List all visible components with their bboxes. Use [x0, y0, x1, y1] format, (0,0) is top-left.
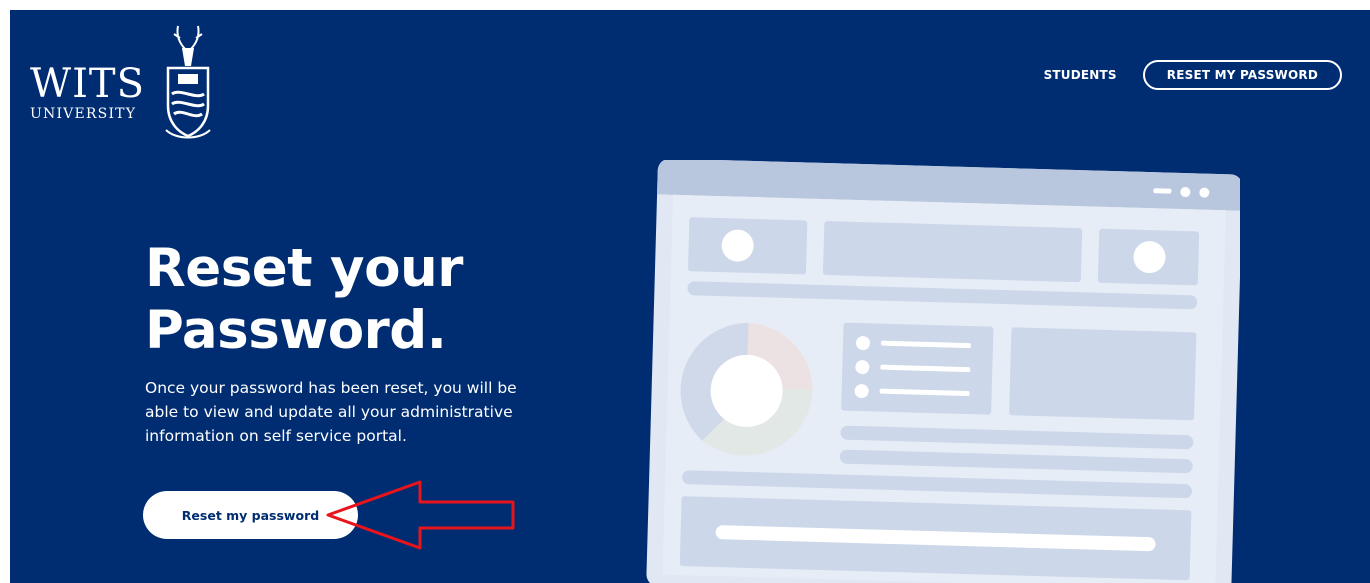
- page-background: WITS UNIVERSITY STUDENTS RESET MY PASSWO…: [10, 10, 1370, 583]
- nav-reset-password-button[interactable]: RESET MY PASSWORD: [1142, 60, 1342, 90]
- title-line-2: Password.: [145, 300, 447, 361]
- nav-students-link[interactable]: STUDENTS: [1044, 68, 1117, 82]
- hero-description: Once your password has been reset, you w…: [145, 379, 517, 445]
- title-line-1: Reset your: [145, 238, 463, 299]
- dashboard-illustration: [646, 160, 1240, 583]
- page-title: Reset your Password.: [145, 238, 463, 362]
- logo-wordmark: WITS: [30, 61, 145, 107]
- wits-crest-icon: [165, 25, 211, 139]
- annotation-arrow-icon: [326, 480, 515, 550]
- logo-text: WITS UNIVERSITY: [30, 64, 145, 122]
- logo-subtitle: UNIVERSITY: [30, 106, 137, 122]
- top-nav: STUDENTS RESET MY PASSWORD: [1044, 60, 1342, 90]
- wits-logo[interactable]: WITS UNIVERSITY: [30, 20, 220, 145]
